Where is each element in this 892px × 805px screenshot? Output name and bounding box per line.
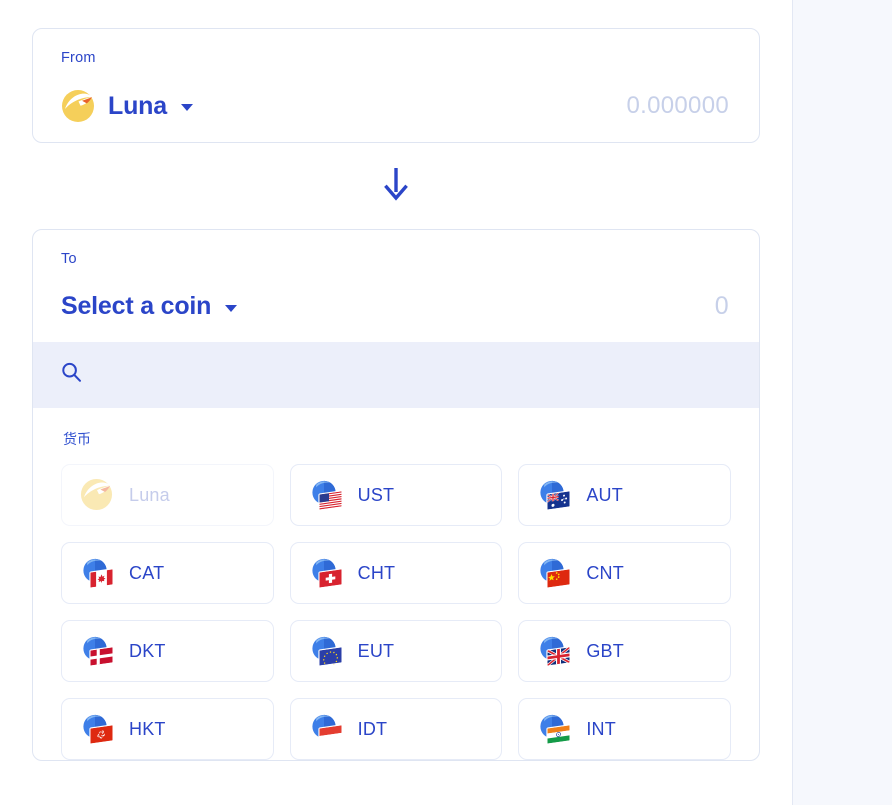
- globe-flag-icon-us: [309, 478, 343, 512]
- globe-flag-icon-cn: [537, 556, 571, 590]
- coin-tile-cat[interactable]: CAT: [61, 542, 274, 604]
- coin-tile-idt[interactable]: IDT: [289, 698, 503, 760]
- globe-flag-icon-in: [537, 712, 571, 746]
- coin-tile-label: DKT: [129, 640, 166, 661]
- luna-icon: [61, 89, 94, 122]
- chevron-down-icon: [225, 304, 238, 312]
- to-coin-selector[interactable]: Select a coin: [61, 291, 238, 321]
- search-input[interactable]: [98, 364, 731, 386]
- globe-flag-icon-hk: [80, 712, 114, 746]
- globe-flag-icon-dk: [80, 634, 114, 668]
- globe-flag-icon-ch: [309, 556, 343, 590]
- app-root: From Luna 0.000000 To Select a coin 0 货币…: [0, 0, 892, 805]
- from-coin-selector[interactable]: Luna: [61, 89, 193, 122]
- coin-tile-label: HKT: [129, 718, 166, 739]
- to-coin-name: Select a coin: [61, 292, 212, 320]
- globe-flag-icon-id: [309, 712, 343, 746]
- coin-group-title: 货币: [63, 431, 91, 447]
- coin-list: 货币 Luna UST AUT CAT CHT CNT DKT EUT GBT HKT IDT INT: [33, 408, 759, 760]
- coin-tile-label: AUT: [586, 484, 623, 505]
- coin-tile-label: CAT: [129, 562, 165, 583]
- coin-tile-label: CHT: [357, 562, 396, 583]
- to-label: To: [61, 251, 77, 267]
- globe-flag-icon-au: [537, 478, 571, 512]
- coin-tile-label: IDT: [357, 718, 388, 739]
- to-amount-input[interactable]: [407, 290, 731, 322]
- content-pane: From Luna 0.000000 To Select a coin 0 货币…: [0, 0, 793, 805]
- coin-tile-label: EUT: [357, 640, 395, 661]
- coin-tile-ust[interactable]: UST: [289, 464, 503, 526]
- coin-grid: Luna UST AUT CAT CHT CNT DKT EUT GBT HKT IDT INT: [61, 464, 731, 760]
- from-card: From Luna: [32, 28, 760, 143]
- arrow-down-icon[interactable]: [383, 167, 409, 206]
- globe-flag-icon-gb: [537, 634, 571, 668]
- coin-tile-label: Luna: [129, 484, 170, 505]
- coin-tile-label: UST: [357, 484, 395, 505]
- coin-tile-label: GBT: [586, 640, 624, 661]
- to-card: To Select a coin 0 货币 Luna UST AUT CAT C…: [32, 229, 760, 761]
- coin-tile-int[interactable]: INT: [518, 698, 731, 760]
- coin-tile-eut[interactable]: EUT: [289, 620, 503, 682]
- coin-tile-cht[interactable]: CHT: [289, 542, 503, 604]
- coin-tile-label: CNT: [586, 562, 624, 583]
- swap-widget: From Luna 0.000000 To Select a coin 0 货币…: [32, 28, 760, 761]
- coin-tile-label: INT: [586, 718, 616, 739]
- luna-icon: [80, 478, 114, 512]
- coin-tile-hkt[interactable]: HKT: [61, 698, 274, 760]
- search-icon: [61, 362, 82, 388]
- coin-tile-luna: Luna: [61, 464, 274, 526]
- chevron-down-icon: [180, 104, 193, 111]
- from-coin-name: Luna: [108, 91, 167, 120]
- coin-tile-gbt[interactable]: GBT: [518, 620, 731, 682]
- coin-tile-aut[interactable]: AUT: [518, 464, 731, 526]
- globe-flag-icon-eu: [309, 634, 343, 668]
- coin-tile-dkt[interactable]: DKT: [61, 620, 274, 682]
- from-amount-input[interactable]: [407, 89, 731, 122]
- coin-search-bar: [33, 342, 759, 408]
- to-row: Select a coin: [61, 290, 731, 322]
- swap-direction-area: [32, 143, 760, 229]
- from-label: From: [61, 50, 96, 66]
- coin-tile-cnt[interactable]: CNT: [518, 542, 731, 604]
- globe-flag-icon-ca: [80, 556, 114, 590]
- from-row: Luna: [61, 89, 731, 122]
